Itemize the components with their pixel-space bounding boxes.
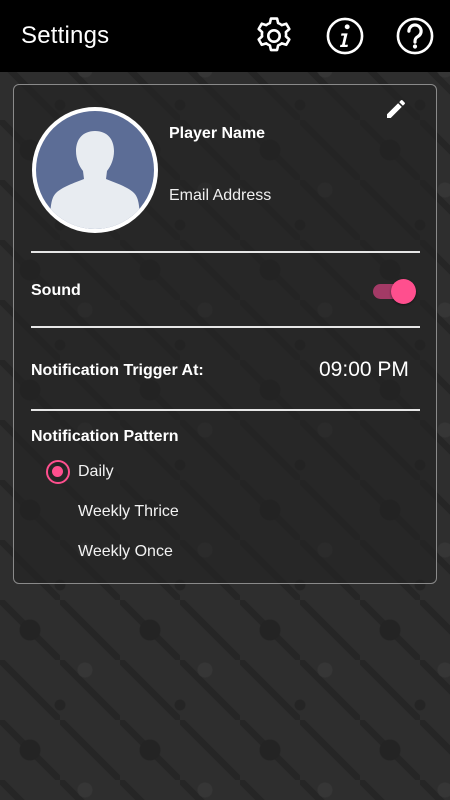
divider: [31, 409, 420, 411]
avatar-frame: [36, 111, 154, 229]
email-address[interactable]: Email Address: [169, 187, 271, 205]
sound-toggle[interactable]: [371, 277, 417, 305]
radio-option-weekly-thrice[interactable]: Weekly Thrice: [44, 498, 304, 528]
divider: [31, 326, 420, 328]
radio-label: Daily: [78, 463, 114, 480]
page-title: Settings: [21, 22, 110, 49]
radio-label: Weekly Thrice: [78, 503, 179, 520]
sound-label: Sound: [31, 282, 81, 299]
help-icon-graphic: [396, 17, 434, 55]
gear-icon[interactable]: [252, 14, 296, 58]
top-app-bar: Settings: [0, 0, 450, 72]
avatar[interactable]: [32, 107, 158, 233]
radio-button-checked[interactable]: [46, 460, 70, 484]
radio-label: Weekly Once: [78, 543, 173, 560]
person-silhouette-icon: [50, 131, 140, 229]
pencil-icon[interactable]: [384, 97, 408, 121]
radio-button[interactable]: [46, 540, 70, 564]
info-icon[interactable]: [323, 14, 367, 58]
settings-card: Player Name Email Address Sound Notifica…: [13, 84, 437, 584]
divider: [31, 251, 420, 253]
radio-option-weekly-once[interactable]: Weekly Once: [44, 538, 304, 568]
radio-option-daily[interactable]: Daily: [44, 458, 304, 488]
radio-button[interactable]: [46, 500, 70, 524]
notification-trigger-label: Notification Trigger At:: [31, 362, 204, 379]
pencil-icon-graphic: [387, 100, 405, 118]
player-name[interactable]: Player Name: [169, 125, 265, 143]
notification-pattern-label: Notification Pattern: [31, 428, 179, 445]
toggle-knob: [391, 279, 416, 304]
notification-time-value[interactable]: 09:00 PM: [319, 358, 409, 382]
help-icon[interactable]: [393, 14, 437, 58]
info-icon-graphic: [326, 17, 364, 55]
gear-icon-graphic: [257, 17, 291, 52]
